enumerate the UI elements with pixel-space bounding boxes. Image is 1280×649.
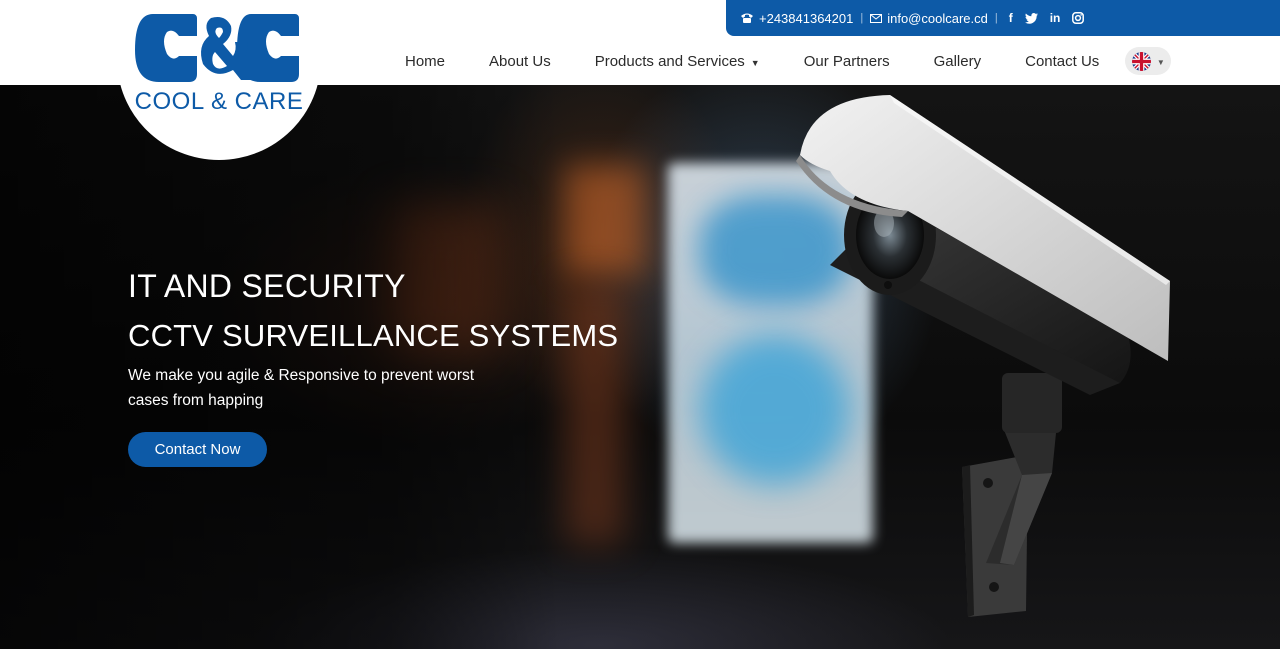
divider: | [994, 12, 998, 24]
nav-label[interactable]: Contact Us [1025, 53, 1099, 70]
email-contact[interactable]: info@coolcare.cd [870, 11, 988, 26]
nav-label[interactable]: Products and Services [595, 53, 745, 70]
instagram-icon[interactable] [1072, 12, 1085, 24]
cctv-camera-image [796, 95, 1170, 617]
divider: | [860, 12, 864, 24]
nav-products-and-services[interactable]: Products and Services ▼ [573, 53, 782, 70]
hero-description: We make you agile & Responsive to preven… [128, 367, 475, 409]
email-address[interactable]: info@coolcare.cd [887, 11, 988, 26]
nav-about-us[interactable]: About Us [467, 53, 573, 70]
nav-label[interactable]: Home [405, 53, 445, 70]
hero-subtitle: CCTV SURVEILLANCE SYSTEMS [128, 318, 619, 353]
nav-label[interactable]: Our Partners [804, 53, 890, 70]
phone-number[interactable]: +243841364201 [759, 11, 853, 26]
linkedin-icon[interactable]: in [1050, 12, 1061, 24]
caret-down-icon[interactable]: ▼ [751, 58, 760, 68]
contact-now-button[interactable]: Contact Now [128, 432, 267, 467]
nav-label[interactable]: About Us [489, 53, 551, 70]
hero-banner: IT AND SECURITY CCTV SURVEILLANCE SYSTEM… [0, 85, 1280, 649]
nav-contact-us[interactable]: Contact Us [1003, 53, 1121, 70]
cc-logo-mark-icon [135, 14, 299, 82]
main-nav: Home About Us Products and Services ▼ Ou… [383, 47, 1172, 75]
social-links: f in [1009, 12, 1085, 24]
facebook-icon[interactable]: f [1009, 12, 1013, 24]
nav-home[interactable]: Home [383, 53, 467, 70]
nav-gallery[interactable]: Gallery [912, 53, 1004, 70]
twitter-icon[interactable] [1024, 12, 1038, 24]
caret-down-icon[interactable]: ▼ [1157, 58, 1165, 67]
uk-flag-icon [1131, 51, 1151, 71]
phone-contact[interactable]: +243841364201 [740, 11, 853, 26]
phone-icon [741, 13, 753, 23]
hero-copy: IT AND SECURITY CCTV SURVEILLANCE SYSTEM… [128, 270, 618, 413]
nav-label[interactable]: Gallery [934, 53, 982, 70]
contact-topbar: +243841364201 | info@coolcare.cd | f in [726, 0, 1280, 36]
background-blur [565, 165, 645, 275]
mail-icon [870, 13, 883, 23]
logo-tagline: COOL & CARE [134, 88, 304, 115]
hero-title: IT AND SECURITY [128, 268, 406, 304]
language-selector[interactable]: ▼ [1125, 47, 1172, 75]
nav-our-partners[interactable]: Our Partners [782, 53, 912, 70]
